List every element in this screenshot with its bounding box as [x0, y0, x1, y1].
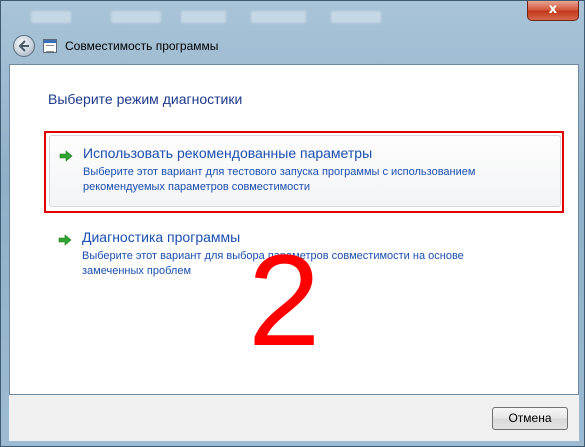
- footer-bar: Отмена: [9, 395, 579, 441]
- close-button[interactable]: x: [527, 1, 579, 21]
- title-bar: Совместимость программы: [9, 34, 579, 60]
- window-frame: x Совместимость программы Выберите режим…: [0, 0, 585, 447]
- green-arrow-icon: [58, 234, 72, 246]
- window-title: Совместимость программы: [65, 39, 219, 53]
- blurred-item: [111, 11, 161, 23]
- content-area: Выберите режим диагностики Использовать …: [9, 64, 579, 395]
- close-icon: x: [548, 2, 558, 17]
- back-arrow-icon: [18, 40, 29, 52]
- page-heading: Выберите режим диагностики: [48, 91, 243, 107]
- blurred-item: [31, 11, 71, 23]
- option-title: Диагностика программы: [82, 229, 241, 245]
- blurred-item: [251, 11, 306, 23]
- blurred-item: [331, 11, 381, 23]
- back-button[interactable]: [13, 35, 35, 57]
- annotation-number: 2: [248, 227, 321, 373]
- program-compatibility-icon: [43, 39, 57, 53]
- cancel-button[interactable]: Отмена: [492, 407, 568, 430]
- blurred-item: [181, 11, 226, 23]
- highlight-box: [44, 131, 564, 213]
